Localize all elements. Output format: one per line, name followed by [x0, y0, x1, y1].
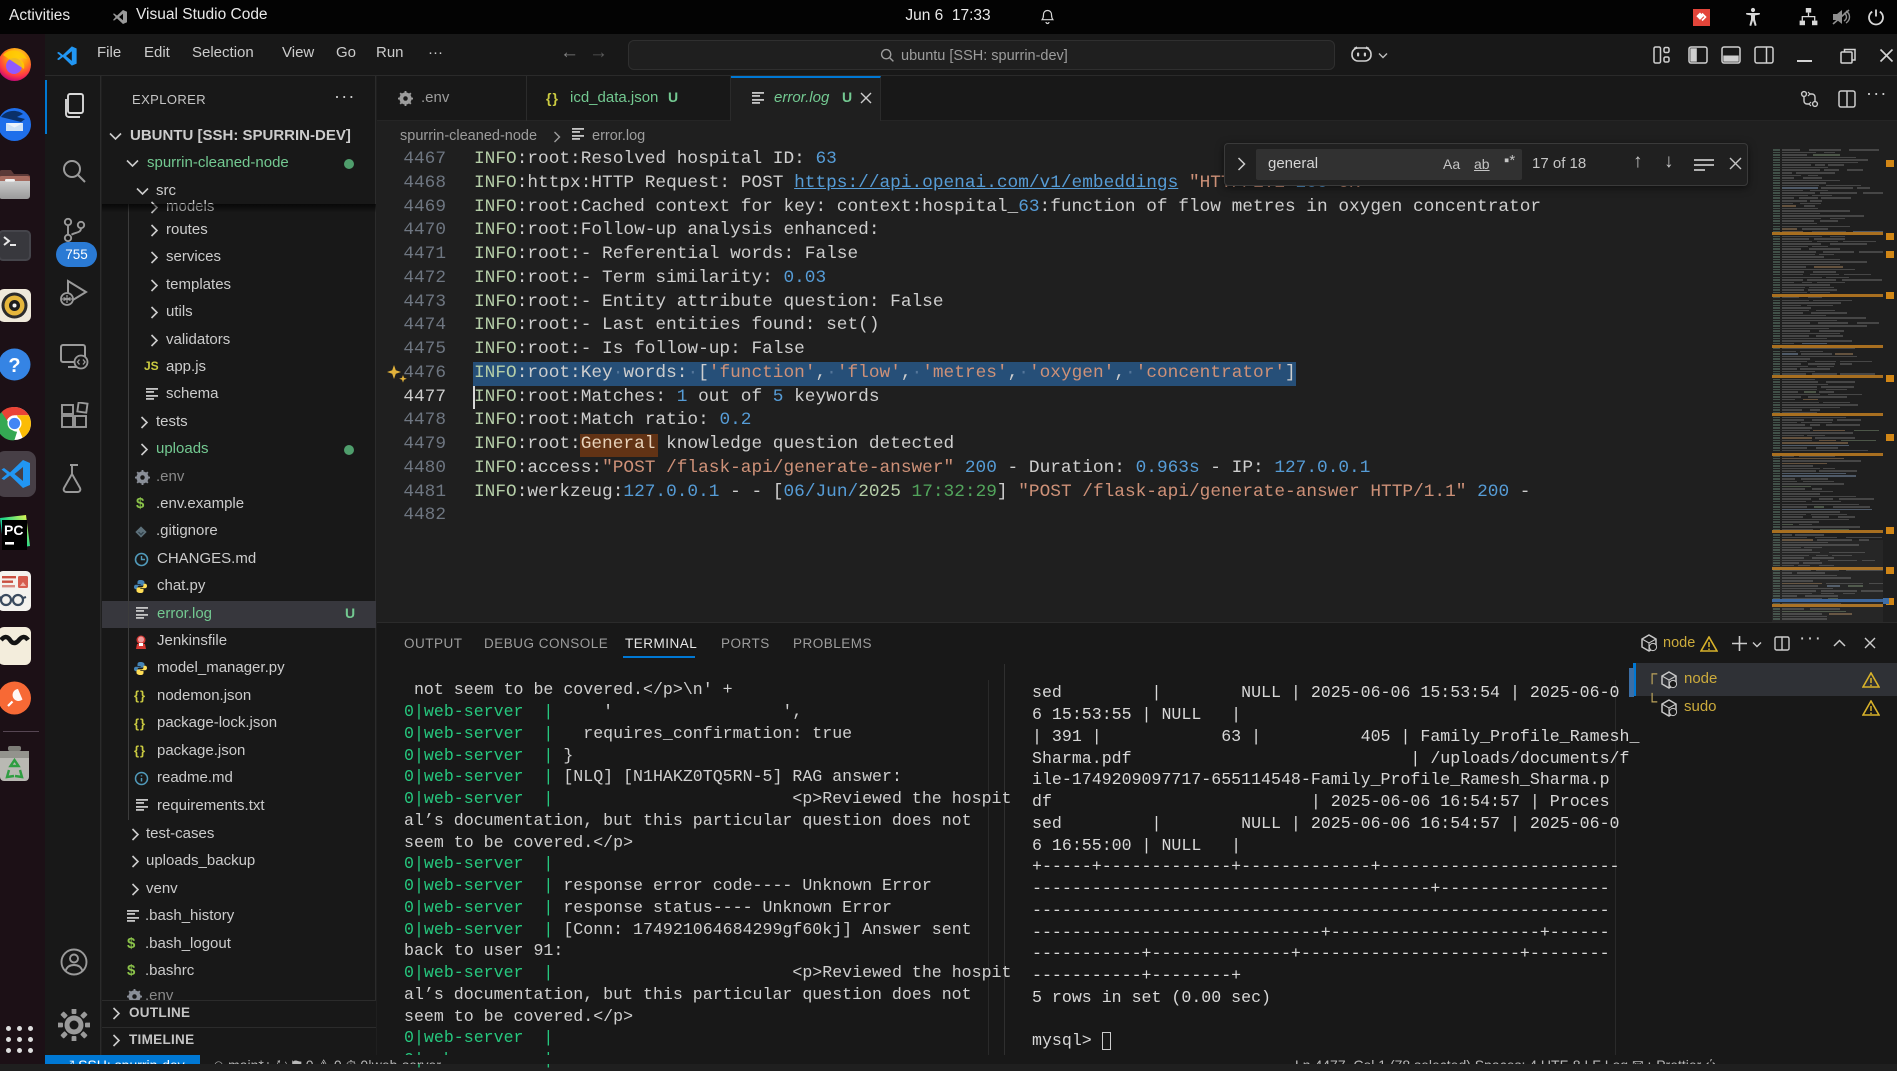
- svg-text:?: ?: [8, 355, 20, 377]
- svg-text:PC: PC: [4, 522, 23, 538]
